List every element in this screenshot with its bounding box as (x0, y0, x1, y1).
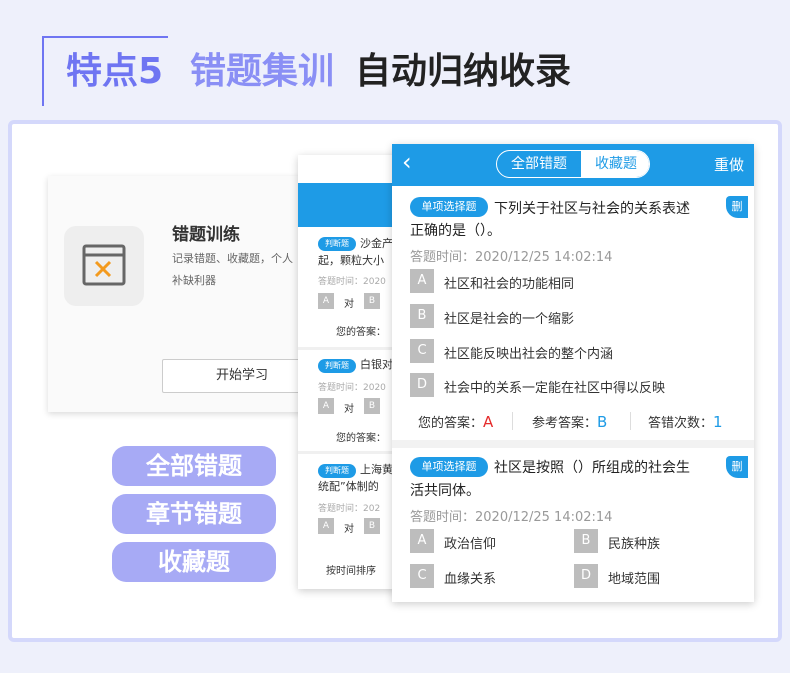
reference-answer: 参考答案：B (532, 412, 607, 431)
answer-time: 答题时间：2020 (318, 383, 386, 393)
question-text: 沙金产 (360, 237, 393, 250)
pill-all-wrong[interactable]: 全部错题 (112, 446, 276, 486)
your-answer-label: 您的答案： (336, 433, 386, 444)
question-type-tag: 单项选择题 (410, 197, 488, 217)
question-text: 活共同体。 (410, 483, 480, 499)
answer-time: 答题时间：2020 (318, 277, 386, 287)
card-description: 记录错题、收藏题，个人补缺利器 (172, 252, 293, 287)
feature-slogan: 自动归纳收录 (355, 51, 572, 92)
question-type-tag: 判断题 (318, 464, 356, 478)
wrong-count-label: 答错次数： (648, 416, 714, 431)
wrong-book-icon (64, 226, 144, 306)
card-title: 错题训练 (172, 225, 240, 245)
option-b[interactable]: B (410, 304, 434, 328)
middle-phone: 判断题 沙金产 起，颗粒大小 答题时间：2020 A 对 B 您的答案： 判断题… (298, 155, 398, 589)
pill-chapter-wrong[interactable]: 章节错题 (112, 494, 276, 534)
option-c-text: 血缘关系 (444, 572, 497, 587)
option-c[interactable]: C (410, 339, 434, 363)
sort-by-time-button[interactable]: 按时间排序 (326, 562, 376, 577)
back-icon[interactable]: ‹ (402, 148, 412, 176)
question-text: 起，颗粒大小 (318, 254, 384, 267)
reference-answer-label: 参考答案： (532, 416, 598, 431)
divider (512, 412, 513, 430)
answer-time: 答题时间：2020/12/25 14:02:14 (410, 250, 613, 265)
app-header: ‹ 全部错题 收藏题 重做 (392, 144, 754, 186)
question-text: 社区是按照（）所组成的社会生 (494, 460, 690, 476)
divider (298, 347, 398, 350)
feature-name: 错题集训 (190, 51, 335, 92)
redo-button[interactable]: 重做 (714, 154, 744, 175)
option-a-text: 对 (344, 404, 354, 415)
option-d[interactable]: D (574, 564, 598, 588)
header-frame-left (42, 36, 44, 106)
question-text: 正确的是（）。 (410, 223, 501, 239)
option-a-text: 对 (344, 299, 354, 310)
your-answer-value: A (483, 413, 494, 431)
delete-button[interactable]: 删 (726, 196, 748, 218)
option-c-text: 社区能反映出社会的整个内涵 (444, 347, 614, 362)
tab-favorites[interactable]: 收藏题 (581, 151, 649, 177)
pill-favorites[interactable]: 收藏题 (112, 542, 276, 582)
tab-switcher: 全部错题 收藏题 (496, 150, 650, 178)
option-b[interactable]: B (364, 293, 380, 309)
option-b[interactable]: B (364, 398, 380, 414)
your-answer-label: 您的答案： (336, 327, 386, 338)
question-text: 下列关于社区与社会的关系表述 (494, 201, 690, 217)
option-a[interactable]: A (410, 529, 434, 553)
your-answer: 您的答案：A (418, 412, 493, 431)
option-a[interactable]: A (318, 518, 334, 534)
wrong-count-value: 1 (713, 413, 723, 431)
question-type-tag: 判断题 (318, 359, 356, 373)
delete-button[interactable]: 删 (726, 456, 748, 478)
option-a[interactable]: A (410, 269, 434, 293)
middle-phone-header (298, 183, 398, 227)
option-a[interactable]: A (318, 293, 334, 309)
question-divider (392, 440, 754, 448)
option-b-text: 民族种族 (608, 537, 661, 552)
question-type-tag: 单项选择题 (410, 457, 488, 477)
your-answer-label: 您的答案： (418, 416, 484, 431)
option-b[interactable]: B (574, 529, 598, 553)
question-text: 上海黄 (360, 463, 393, 476)
answer-time: 答题时间：202 (318, 504, 381, 514)
option-d[interactable]: D (410, 373, 434, 397)
feature-number: 特点5 (66, 51, 164, 92)
wrong-count: 答错次数：1 (648, 412, 723, 431)
answer-time: 答题时间：2020/12/25 14:02:14 (410, 510, 613, 525)
option-a[interactable]: A (318, 398, 334, 414)
option-d-text: 地域范围 (608, 572, 661, 587)
option-c[interactable]: C (410, 564, 434, 588)
question-type-tag: 判断题 (318, 237, 356, 251)
reference-answer-value: B (597, 413, 608, 431)
option-b[interactable]: B (364, 518, 380, 534)
option-a-text: 社区和社会的功能相同 (444, 277, 575, 292)
divider (630, 412, 631, 430)
tab-all-wrong[interactable]: 全部错题 (497, 151, 581, 177)
option-a-text: 对 (344, 524, 354, 535)
option-a-text: 政治信仰 (444, 537, 497, 552)
question-text: 白银对 (360, 358, 393, 371)
right-phone: ‹ 全部错题 收藏题 重做 单项选择题 删 下列关于社区与社会的关系表述 正确的… (392, 144, 754, 602)
divider (298, 451, 398, 454)
option-b-text: 社区是社会的一个缩影 (444, 312, 575, 327)
question-text: 统配”体制的 (318, 480, 379, 493)
option-d-text: 社会中的关系一定能在社区中得以反映 (444, 381, 666, 396)
